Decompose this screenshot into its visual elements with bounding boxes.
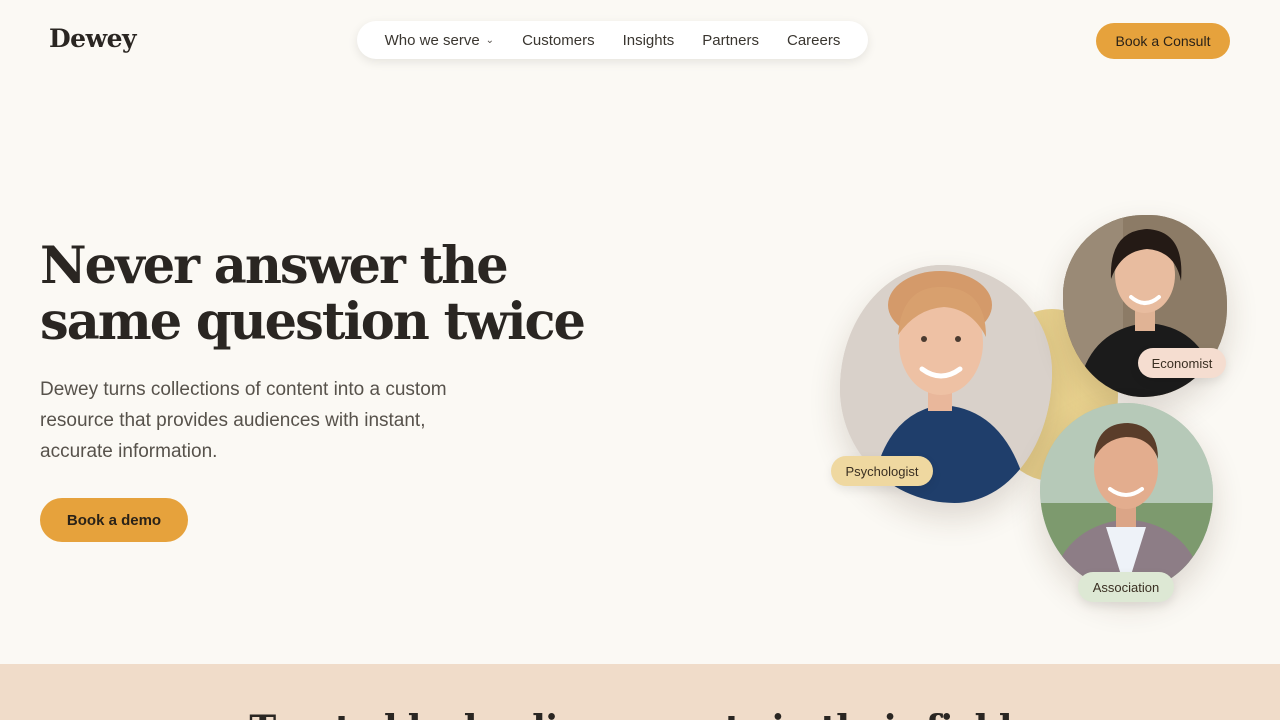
book-consult-button[interactable]: Book a Consult (1096, 23, 1230, 59)
person-illustration-icon (1040, 403, 1213, 591)
nav-item-label: Who we serve (384, 31, 480, 49)
nav-item-who-we-serve[interactable]: Who we serve ⌄ (385, 32, 494, 49)
chevron-down-icon: ⌄ (485, 34, 495, 46)
hero-subtext: Dewey turns collections of content into … (40, 379, 447, 462)
economist-tag: Economist (1138, 348, 1226, 378)
nav-item-customers[interactable]: Customers (522, 32, 595, 49)
association-portrait (1040, 403, 1213, 591)
association-tag: Association (1078, 572, 1174, 602)
hero-headline: Never answer the same question twice (40, 236, 586, 352)
nav-item-careers[interactable]: Careers (787, 32, 840, 49)
psychologist-tag: Psychologist (831, 456, 933, 486)
book-demo-button[interactable]: Book a demo (40, 498, 188, 542)
trusted-heading: Trusted by leading experts in their fiel… (0, 708, 1280, 720)
trusted-section: Trusted by leading experts in their fiel… (0, 664, 1280, 720)
nav-item-insights[interactable]: Insights (623, 32, 675, 49)
nav-item-partners[interactable]: Partners (702, 32, 759, 49)
main-nav: Who we serve ⌄ Customers Insights Partne… (357, 21, 868, 59)
brand-logo[interactable]: Dewey (49, 24, 137, 53)
